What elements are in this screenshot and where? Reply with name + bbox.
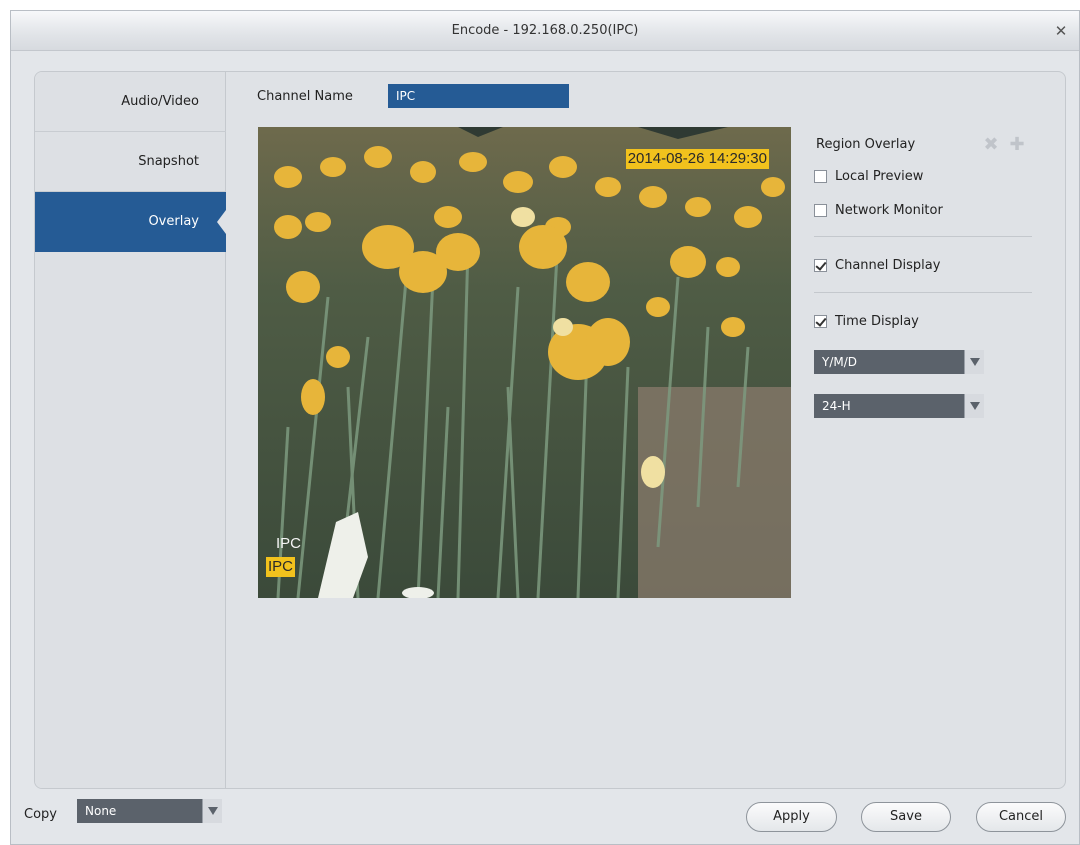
apply-button[interactable]: Apply	[746, 802, 837, 832]
network-monitor-checkbox[interactable]: Network Monitor	[814, 200, 943, 220]
chevron-down-icon[interactable]	[202, 799, 222, 823]
sidebar-item-label: Overlay	[148, 214, 199, 229]
channel-name-input[interactable]	[388, 84, 569, 108]
chevron-down-icon[interactable]	[964, 394, 984, 418]
select-value: None	[85, 804, 117, 818]
channel-name-label: Channel Name	[257, 89, 353, 104]
encode-dialog: Encode - 192.168.0.250(IPC) ✕ Audio/Vide…	[10, 10, 1080, 845]
cancel-button[interactable]: Cancel	[976, 802, 1066, 832]
sidebar-item-snapshot[interactable]: Snapshot	[35, 132, 226, 192]
time-display-checkbox[interactable]: Time Display	[814, 311, 919, 331]
checkbox-box[interactable]	[814, 169, 827, 183]
sidebar-item-label: Snapshot	[138, 154, 199, 169]
divider	[814, 292, 1032, 293]
sidebar-item-overlay[interactable]: Overlay	[35, 192, 226, 252]
chevron-down-icon[interactable]	[964, 350, 984, 374]
close-icon[interactable]: ✕	[1051, 11, 1071, 51]
sidebar-item-audio-video[interactable]: Audio/Video	[35, 72, 226, 132]
checkbox-label: Channel Display	[835, 257, 941, 273]
select-value: Y/M/D	[822, 355, 858, 369]
select-value: 24-H	[822, 399, 851, 413]
channel-osd-shadow: IPC	[276, 535, 302, 552]
checkbox-box[interactable]	[814, 314, 827, 328]
local-preview-checkbox[interactable]: Local Preview	[814, 166, 923, 186]
channel-display-checkbox[interactable]: Channel Display	[814, 255, 940, 275]
copy-label: Copy	[24, 807, 57, 822]
checkbox-box[interactable]	[814, 203, 827, 217]
time-format-select[interactable]: 24-H	[814, 394, 984, 418]
content-panel: Audio/Video Snapshot Overlay Channel Nam…	[34, 71, 1066, 789]
checkbox-label: Network Monitor	[835, 202, 943, 218]
window-title: Encode - 192.168.0.250(IPC)	[451, 23, 639, 38]
copy-select[interactable]: None	[77, 799, 222, 823]
channel-osd[interactable]: IPC	[266, 557, 296, 577]
sidebar: Audio/Video Snapshot Overlay	[35, 72, 226, 788]
video-preview[interactable]: 2014-08-26 14:29:30 IPC IPC	[258, 127, 791, 598]
close-x-icon[interactable]: ✖	[982, 136, 1000, 154]
divider	[814, 236, 1032, 237]
active-pointer-icon	[217, 210, 226, 234]
region-overlay-label: Region Overlay	[816, 137, 916, 152]
flower-scene-image	[258, 127, 791, 598]
checkbox-label: Time Display	[835, 313, 919, 329]
checkbox-box[interactable]	[814, 258, 827, 272]
sidebar-item-label: Audio/Video	[121, 94, 199, 109]
date-format-select[interactable]: Y/M/D	[814, 350, 984, 374]
save-button[interactable]: Save	[861, 802, 951, 832]
plus-icon[interactable]: ✚	[1008, 136, 1026, 154]
title-bar: Encode - 192.168.0.250(IPC) ✕	[11, 11, 1079, 51]
time-osd[interactable]: 2014-08-26 14:29:30	[625, 149, 769, 169]
checkbox-label: Local Preview	[835, 168, 924, 184]
